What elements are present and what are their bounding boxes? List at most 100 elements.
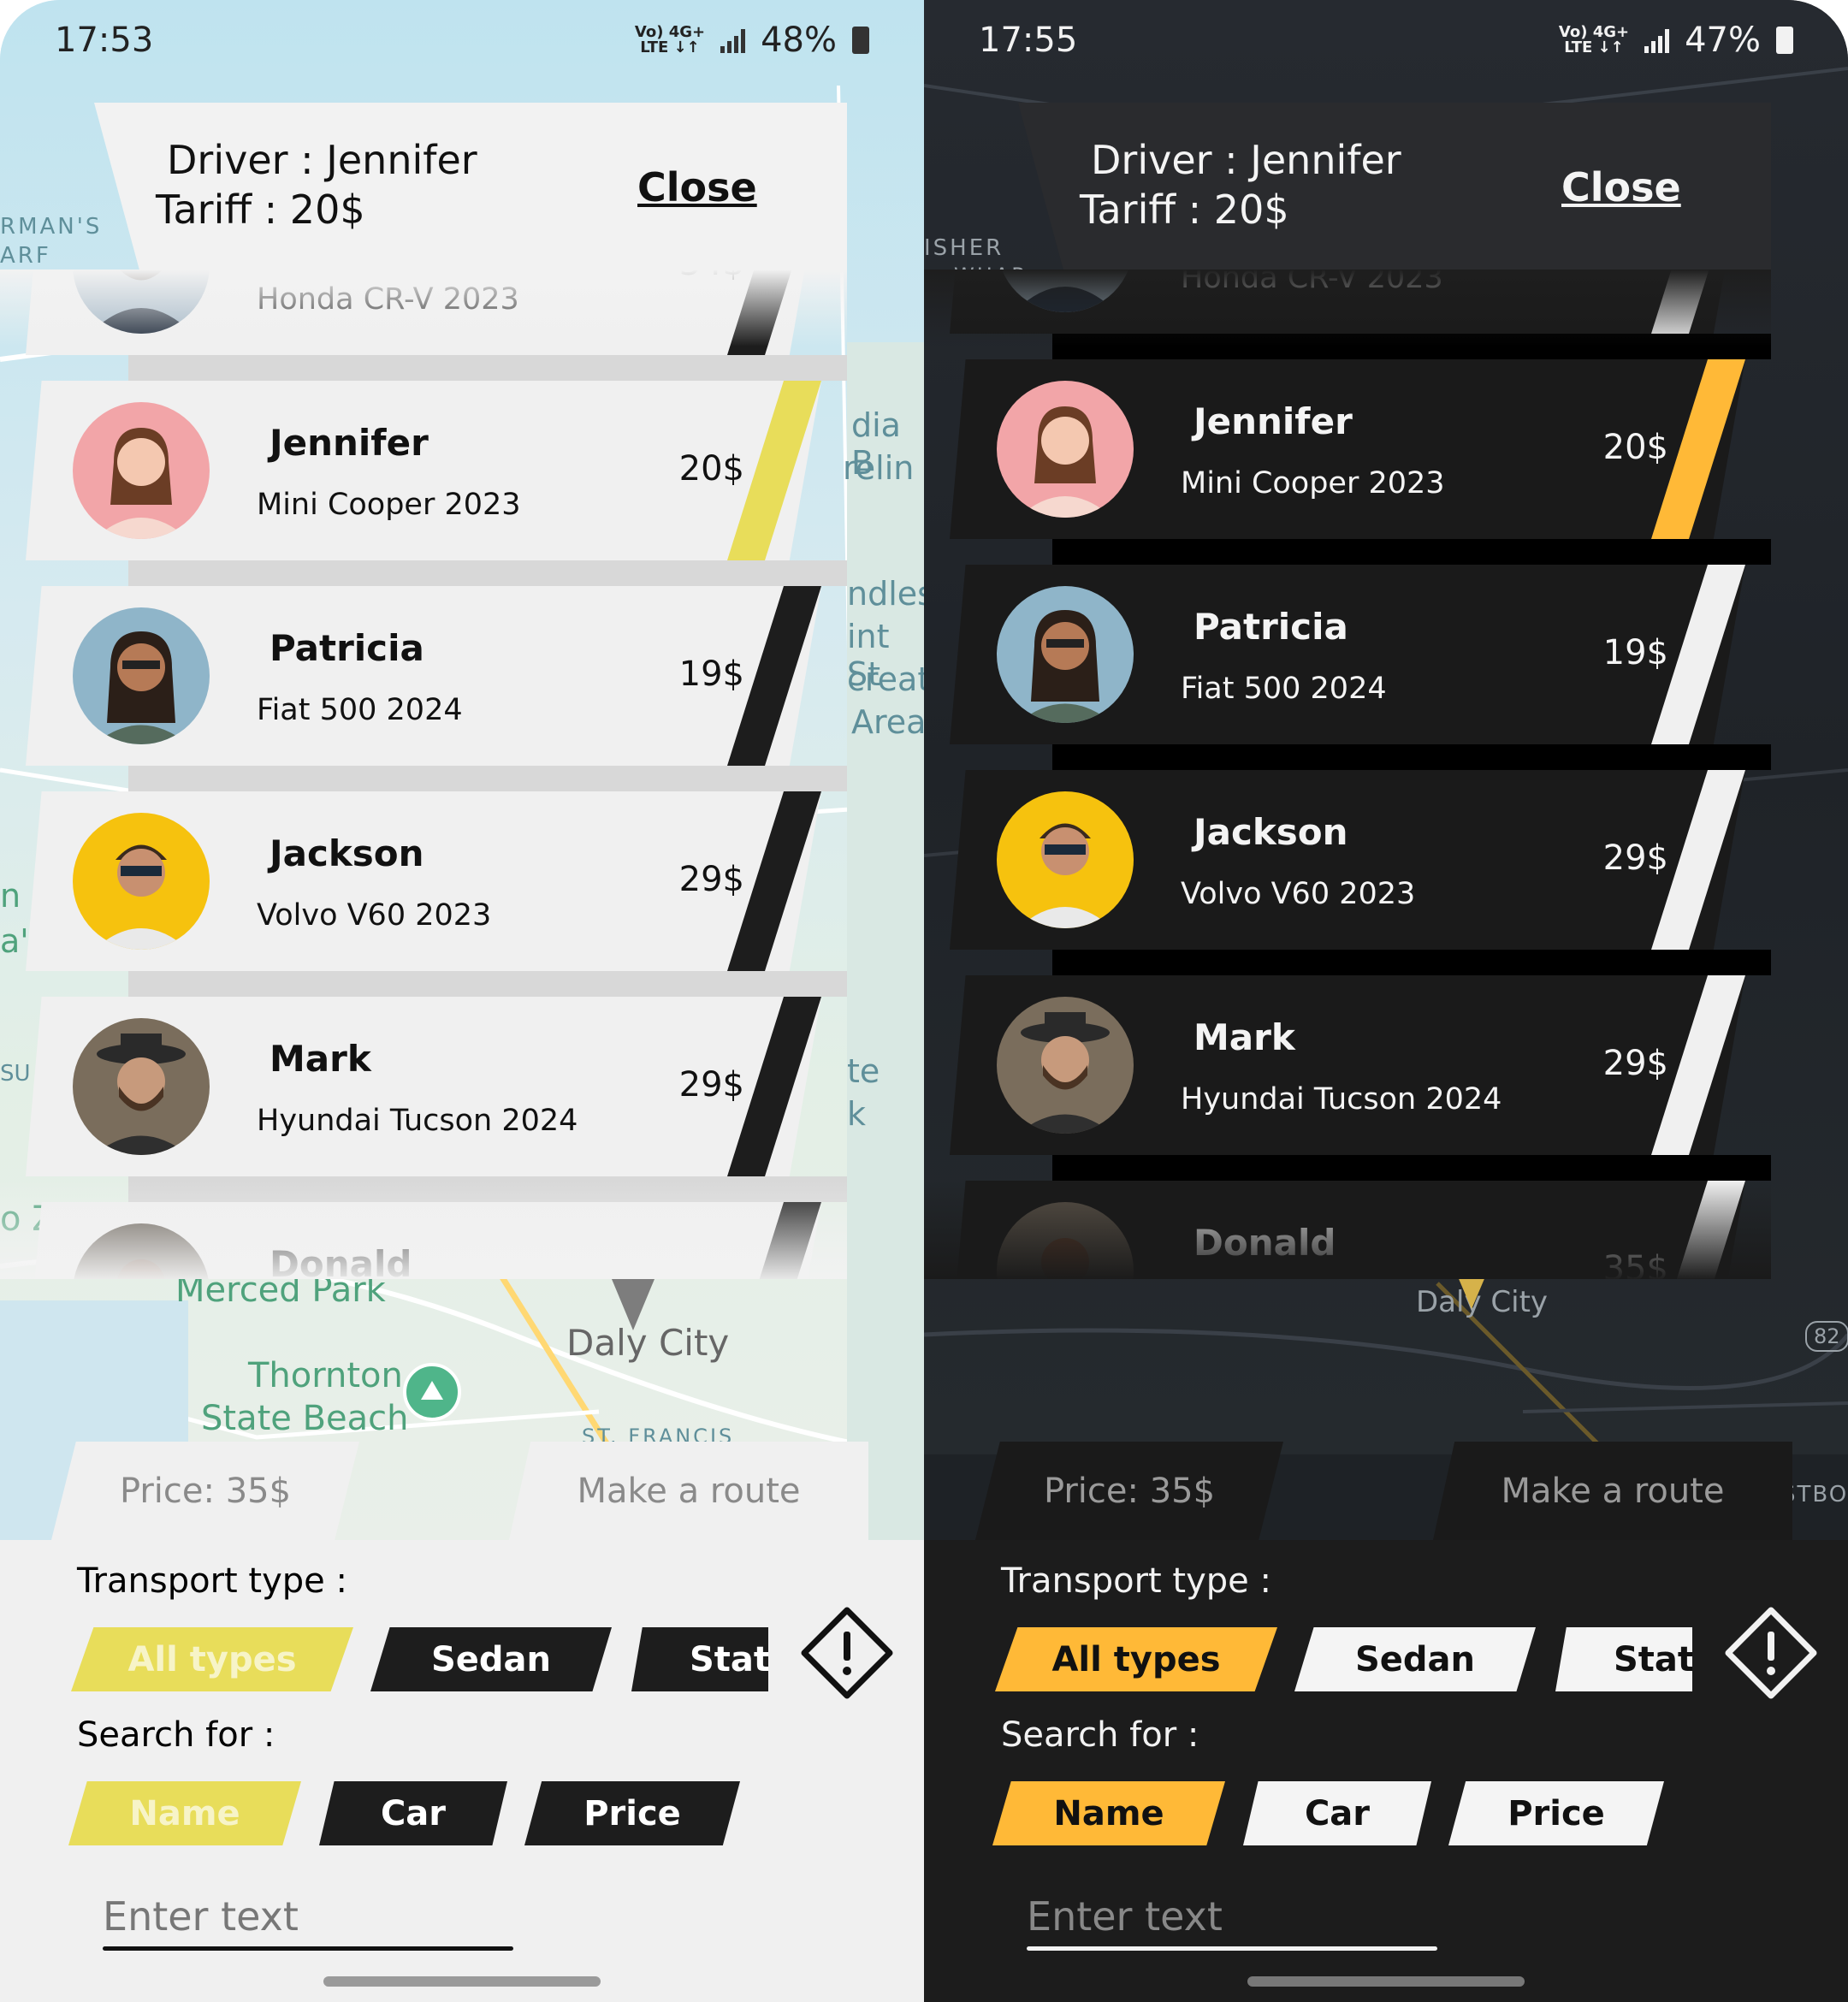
signal-icon bbox=[720, 27, 746, 53]
chip-station[interactable]: Stat bbox=[631, 1627, 768, 1691]
driver-car: Hyundai Tucson 2024 bbox=[257, 1104, 578, 1138]
driver-row[interactable]: Donald 35$ bbox=[924, 1181, 1771, 1279]
driver-price: 35$ bbox=[1602, 1249, 1668, 1279]
avatar bbox=[73, 813, 210, 950]
driver-name: Mark bbox=[270, 1038, 371, 1080]
driver-car: Honda CR-V 2023 bbox=[257, 282, 519, 317]
search-underline bbox=[1027, 1946, 1437, 1951]
chip-name[interactable]: Name bbox=[68, 1781, 301, 1845]
warning-diamond-icon[interactable] bbox=[1724, 1606, 1818, 1700]
battery-icon bbox=[852, 27, 869, 54]
avatar bbox=[73, 1018, 210, 1155]
avatar bbox=[997, 791, 1134, 928]
driver-name: Donald bbox=[1194, 1222, 1336, 1264]
driver-price: 29$ bbox=[678, 860, 744, 899]
price-display: Price: 35$ bbox=[975, 1442, 1283, 1540]
map-label: creat bbox=[847, 660, 924, 698]
search-for-label: Search for : bbox=[77, 1715, 275, 1755]
driver-row[interactable]: Jackson Volvo V60 2023 29$ bbox=[0, 791, 847, 997]
light-screen: RMAN'S ARF dia B relin ndles int St crea… bbox=[0, 0, 924, 2002]
driver-row[interactable]: Patricia Fiat 500 2024 19$ bbox=[0, 586, 847, 791]
chip-sedan[interactable]: Sedan bbox=[370, 1627, 612, 1691]
make-route-button[interactable]: Make a route bbox=[509, 1442, 868, 1540]
battery-icon bbox=[1776, 27, 1793, 54]
make-route-button[interactable]: Make a route bbox=[1433, 1442, 1792, 1540]
status-time: 17:53 bbox=[55, 21, 154, 60]
status-time: 17:55 bbox=[979, 21, 1078, 60]
driver-name: Jackson bbox=[270, 832, 424, 874]
driver-name: Donald bbox=[270, 1243, 412, 1279]
chip-price[interactable]: Price bbox=[524, 1781, 740, 1845]
chip-price[interactable]: Price bbox=[1448, 1781, 1664, 1845]
park-icon bbox=[403, 1363, 461, 1421]
driver-name: Mark bbox=[1194, 1016, 1295, 1058]
network-indicator: Vo) 4G+ LTE ↓↑ bbox=[1559, 25, 1629, 56]
transport-type-label: Transport type : bbox=[77, 1561, 347, 1601]
driver-row[interactable]: Honda CR-V 2023 34$ bbox=[0, 270, 847, 381]
driver-row[interactable]: Donald bbox=[0, 1202, 847, 1279]
status-bar: 17:55 Vo) 4G+ LTE ↓↑ 47% bbox=[924, 0, 1848, 86]
map-label: ndles bbox=[847, 575, 924, 613]
driver-price: 34$ bbox=[679, 270, 744, 283]
map-label: 82 bbox=[1805, 1321, 1848, 1352]
map-pin-icon bbox=[1457, 1275, 1486, 1309]
driver-price: 19$ bbox=[1602, 633, 1668, 672]
driver-car: Volvo V60 2023 bbox=[257, 898, 492, 933]
search-input[interactable] bbox=[1027, 1891, 1437, 1942]
avatar bbox=[73, 402, 210, 539]
driver-row[interactable]: Mark Hyundai Tucson 2024 29$ bbox=[924, 975, 1771, 1181]
driver-row-selected[interactable]: Jennifer Mini Cooper 2023 20$ bbox=[924, 359, 1771, 565]
header-driver: Driver : Jennifer bbox=[167, 137, 477, 183]
driver-row[interactable]: Honda CR-V 2023 bbox=[924, 270, 1771, 359]
driver-row-selected[interactable]: Jennifer Mini Cooper 2023 20$ bbox=[0, 381, 847, 586]
chip-sedan[interactable]: Sedan bbox=[1294, 1627, 1536, 1691]
map-label: ISHER bbox=[924, 235, 1004, 261]
avatar bbox=[997, 381, 1134, 518]
close-button[interactable]: Close bbox=[637, 164, 757, 210]
map-label: te bbox=[847, 1052, 880, 1090]
battery-percent: 47% bbox=[1685, 21, 1761, 60]
driver-list[interactable]: Honda CR-V 2023 34$ Jennifer Mini Cooper… bbox=[0, 270, 847, 1279]
signal-icon bbox=[1644, 27, 1670, 53]
chip-car[interactable]: Car bbox=[319, 1781, 507, 1845]
status-bar: 17:53 Vo) 4G+ LTE ↓↑ 48% bbox=[0, 0, 924, 86]
driver-price: 29$ bbox=[1602, 838, 1668, 878]
network-indicator: Vo) 4G+ LTE ↓↑ bbox=[635, 25, 705, 56]
driver-car: Mini Cooper 2023 bbox=[257, 488, 521, 522]
home-indicator[interactable] bbox=[1247, 1976, 1525, 1987]
driver-row[interactable]: Patricia Fiat 500 2024 19$ bbox=[924, 565, 1771, 770]
map-label: State Beach bbox=[201, 1399, 409, 1438]
driver-name: Patricia bbox=[1194, 606, 1348, 648]
close-button[interactable]: Close bbox=[1561, 164, 1681, 210]
map-label: ARF bbox=[0, 243, 51, 269]
driver-price: 29$ bbox=[678, 1065, 744, 1105]
avatar bbox=[997, 586, 1134, 723]
header-tariff: Tariff : 20$ bbox=[156, 187, 365, 233]
driver-car: Volvo V60 2023 bbox=[1181, 877, 1416, 911]
selected-driver-card: Driver : Jennifer Tariff : 20$ Close bbox=[94, 103, 847, 270]
driver-car: Fiat 500 2024 bbox=[257, 693, 463, 727]
driver-car: Mini Cooper 2023 bbox=[1181, 466, 1445, 500]
chip-name[interactable]: Name bbox=[992, 1781, 1225, 1845]
driver-name: Jennifer bbox=[1194, 400, 1353, 442]
driver-row[interactable]: Jackson Volvo V60 2023 29$ bbox=[924, 770, 1771, 975]
chip-station[interactable]: Stat bbox=[1555, 1627, 1692, 1691]
driver-row[interactable]: Mark Hyundai Tucson 2024 29$ bbox=[0, 997, 847, 1202]
chip-all-types[interactable]: All types bbox=[995, 1627, 1277, 1691]
avatar bbox=[73, 607, 210, 744]
search-input[interactable] bbox=[103, 1891, 513, 1942]
chip-car[interactable]: Car bbox=[1243, 1781, 1431, 1845]
driver-car: Fiat 500 2024 bbox=[1181, 672, 1387, 706]
warning-diamond-icon[interactable] bbox=[800, 1606, 894, 1700]
chip-all-types[interactable]: All types bbox=[71, 1627, 353, 1691]
driver-car: Honda CR-V 2023 bbox=[1181, 270, 1443, 295]
home-indicator[interactable] bbox=[323, 1976, 601, 1987]
price-display: Price: 35$ bbox=[51, 1442, 359, 1540]
avatar bbox=[997, 997, 1134, 1134]
driver-price: 20$ bbox=[1602, 428, 1668, 467]
driver-price: 20$ bbox=[678, 449, 744, 489]
map-label: k bbox=[847, 1095, 867, 1133]
driver-list[interactable]: Honda CR-V 2023 Jennifer Mini Cooper 202… bbox=[924, 270, 1771, 1279]
search-for-label: Search for : bbox=[1001, 1715, 1199, 1755]
transport-type-label: Transport type : bbox=[1001, 1561, 1271, 1601]
